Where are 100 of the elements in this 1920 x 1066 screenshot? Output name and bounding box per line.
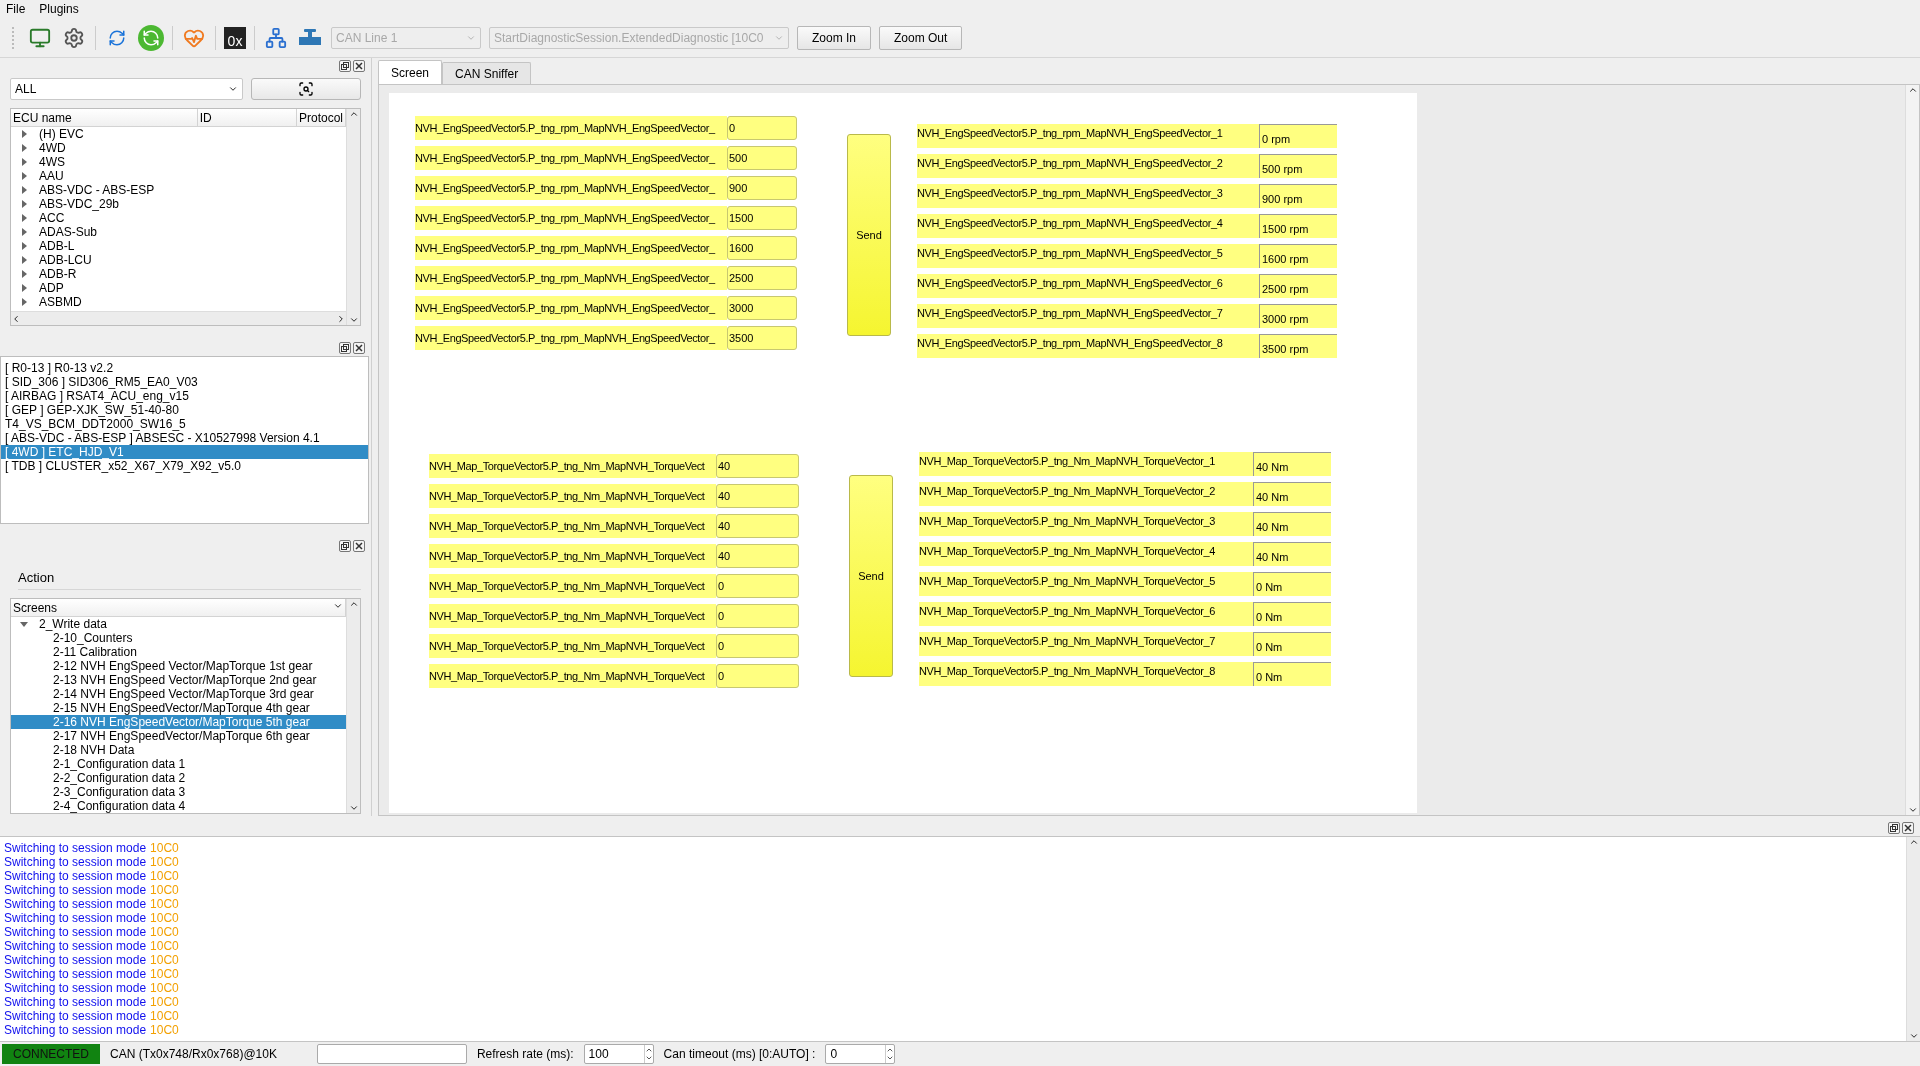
tree-item[interactable]: 4WS <box>11 155 346 169</box>
close-button[interactable] <box>353 60 365 72</box>
tree-item[interactable]: ABS-VDC - ABS-ESP <box>11 183 346 197</box>
column-header[interactable]: ID <box>197 109 297 126</box>
tree-item[interactable]: ADB-R <box>11 267 346 281</box>
tree-item[interactable]: 2-2_Configuration data 2 <box>11 771 346 785</box>
parameter-label: NVH_Map_TorqueVector5.P_tng_Nm_MapNVH_TorqueVect <box>429 454 716 478</box>
refresh-rate-spinbox[interactable]: 100 <box>583 1044 654 1064</box>
tree-item[interactable]: ADB-LCU <box>11 253 346 267</box>
session-code: 10C0 <box>150 1009 179 1023</box>
input-field[interactable]: 1500 <box>727 206 797 230</box>
input-field[interactable]: 3000 <box>727 296 797 320</box>
search-icon[interactable] <box>297 81 314 97</box>
input-field[interactable]: 40 <box>716 514 799 538</box>
value-display: 40 Nm <box>1253 512 1331 536</box>
tree-item[interactable]: 2-4_Configuration data 4 <box>11 799 346 813</box>
menu-item[interactable]: Plugins <box>39 2 79 16</box>
column-header[interactable]: ECU name <box>11 109 198 126</box>
tree-item[interactable]: ADAS-Sub <box>11 225 346 239</box>
tree-item[interactable]: ABS-VDC_29b <box>11 197 346 211</box>
tree-item[interactable]: 2-14 NVH EngSpeed Vector/MapTorque 3rd gear <box>11 687 346 701</box>
ecu-filter-dropdown[interactable]: ALL <box>10 78 243 100</box>
tree-item[interactable]: 2-12 NVH EngSpeed Vector/MapTorque 1st gear <box>11 659 346 673</box>
parameter-label: NVH_Map_TorqueVector5.P_tng_Nm_MapNVH_TorqueVector_5 <box>919 572 1253 596</box>
hex-button[interactable]: 0x <box>224 26 246 49</box>
parameter-label: NVH_Map_TorqueVector5.P_tng_Nm_MapNVH_TorqueVect <box>429 544 716 568</box>
close-button[interactable] <box>353 342 365 354</box>
input-field[interactable]: 0 <box>716 664 799 688</box>
zoom-button[interactable]: Zoom Out <box>879 25 963 50</box>
input-field[interactable]: 40 <box>716 484 799 508</box>
tree-item[interactable]: 2-17 NVH EngSpeedVector/MapTorque 6th gear <box>11 729 346 743</box>
list-item[interactable]: [ AIRBAG ] RSAT4_ACU_eng_v15 <box>1 389 368 403</box>
parameter-label: NVH_EngSpeedVector5.P_tng_rpm_MapNVH_EngSpeedVector_4 <box>917 214 1259 238</box>
list-item[interactable]: [ SID_306 ] SID306_RM5_EA0_V03 <box>1 375 368 389</box>
list-item[interactable]: [ GEP ] GEP-XJK_SW_51-40-80 <box>1 403 368 417</box>
value-display: 2500 rpm <box>1259 274 1337 298</box>
send-button[interactable]: Send <box>847 134 891 336</box>
tree-item[interactable]: 2-11 Calibration <box>11 645 346 659</box>
input-field[interactable]: 500 <box>727 146 797 170</box>
tree-item[interactable]: 2-16 NVH EngSpeedVector/MapTorque 5th gear <box>11 715 346 729</box>
value-display: 40 Nm <box>1253 542 1331 566</box>
tree-item[interactable]: 2_Write data <box>11 617 346 631</box>
float-button[interactable] <box>1888 822 1900 834</box>
tree-item[interactable]: 2-18 NVH Data <box>11 743 346 757</box>
tree-item[interactable]: 2-13 NVH EngSpeed Vector/MapTorque 2nd gear <box>11 673 346 687</box>
input-field[interactable] <box>316 1044 467 1064</box>
float-button[interactable] <box>339 540 351 552</box>
float-button[interactable] <box>339 60 351 72</box>
input-field[interactable]: 0 <box>727 116 797 140</box>
scrollbar[interactable] <box>11 311 346 325</box>
tree-item[interactable]: 2-10_Counters <box>11 631 346 645</box>
parameter-label: NVH_Map_TorqueVector5.P_tng_Nm_MapNVH_TorqueVector_1 <box>919 452 1253 476</box>
parameter-label: NVH_Map_TorqueVector5.P_tng_Nm_MapNVH_TorqueVector_2 <box>919 482 1253 506</box>
close-button[interactable] <box>1902 822 1914 834</box>
scrollbar[interactable] <box>346 599 360 813</box>
scrollbar[interactable] <box>1905 85 1919 815</box>
log-message: Switching to session mode <box>4 1023 147 1037</box>
tree-item[interactable]: 2-15 NVH EngSpeedVector/MapTorque 4th gear <box>11 701 346 715</box>
search-button[interactable] <box>250 78 361 100</box>
tab[interactable]: CAN Sniffer <box>442 62 532 84</box>
collapse-arrow-icon[interactable] <box>19 619 29 629</box>
tree-item[interactable]: 2-3_Configuration data 3 <box>11 785 346 799</box>
tab[interactable]: Screen <box>378 60 443 84</box>
tree-item[interactable]: ACC <box>11 211 346 225</box>
input-field[interactable]: 40 <box>716 454 799 478</box>
tree-item[interactable]: AAU <box>11 169 346 183</box>
list-item[interactable]: [ ABS-VDC - ABS-ESP ] ABSESC - X10527998 Version 4.1 <box>1 431 368 445</box>
list-item[interactable]: [ R0-13 ] R0-13 v2.2 <box>1 361 368 375</box>
input-field[interactable]: 3500 <box>727 326 797 350</box>
input-field[interactable]: 1600 <box>727 236 797 260</box>
input-field[interactable]: 0 <box>716 634 799 658</box>
input-field[interactable]: 900 <box>727 176 797 200</box>
can-timeout-spinbox[interactable]: 0 <box>825 1044 896 1064</box>
tree-item[interactable]: (H) EVC <box>11 127 346 141</box>
tree-item[interactable]: ADP <box>11 281 346 295</box>
value-display: 0 rpm <box>1259 124 1337 148</box>
parameter-label: NVH_Map_TorqueVector5.P_tng_Nm_MapNVH_TorqueVect <box>429 634 716 658</box>
zoom-button[interactable]: Zoom In <box>797 25 871 50</box>
input-field[interactable]: 40 <box>716 544 799 568</box>
input-field[interactable]: 2500 <box>727 266 797 290</box>
send-button[interactable]: Send <box>849 475 893 677</box>
list-item[interactable]: [ 4WD ] ETC_HJD_V1 <box>1 445 368 459</box>
tree-item[interactable]: 2-1_Configuration data 1 <box>11 757 346 771</box>
refresh-icon[interactable] <box>138 24 164 51</box>
list-item[interactable]: T4_VS_BCM_DDT2000_SW16_5 <box>1 417 368 431</box>
menu-item[interactable]: File <box>6 2 26 16</box>
parameter-label: NVH_Map_TorqueVector5.P_tng_Nm_MapNVH_TorqueVect <box>429 604 716 628</box>
float-button[interactable] <box>339 342 351 354</box>
tree-item[interactable]: ADB-L <box>11 239 346 253</box>
parameter-label: NVH_Map_TorqueVector5.P_tng_Nm_MapNVH_TorqueVect <box>429 484 716 508</box>
value-display: 0 Nm <box>1253 632 1331 656</box>
input-field[interactable]: 0 <box>716 574 799 598</box>
scrollbar[interactable] <box>1906 837 1920 1041</box>
tree-item[interactable]: 4WD <box>11 141 346 155</box>
list-item[interactable]: [ TDB ] CLUSTER_x52_X67_X79_X92_v5.0 <box>1 459 368 473</box>
input-field[interactable]: 0 <box>716 604 799 628</box>
scrollbar[interactable] <box>346 109 360 325</box>
tree-item[interactable]: ASBMD <box>11 295 346 309</box>
close-button[interactable] <box>353 540 365 552</box>
session-code: 10C0 <box>150 911 179 925</box>
